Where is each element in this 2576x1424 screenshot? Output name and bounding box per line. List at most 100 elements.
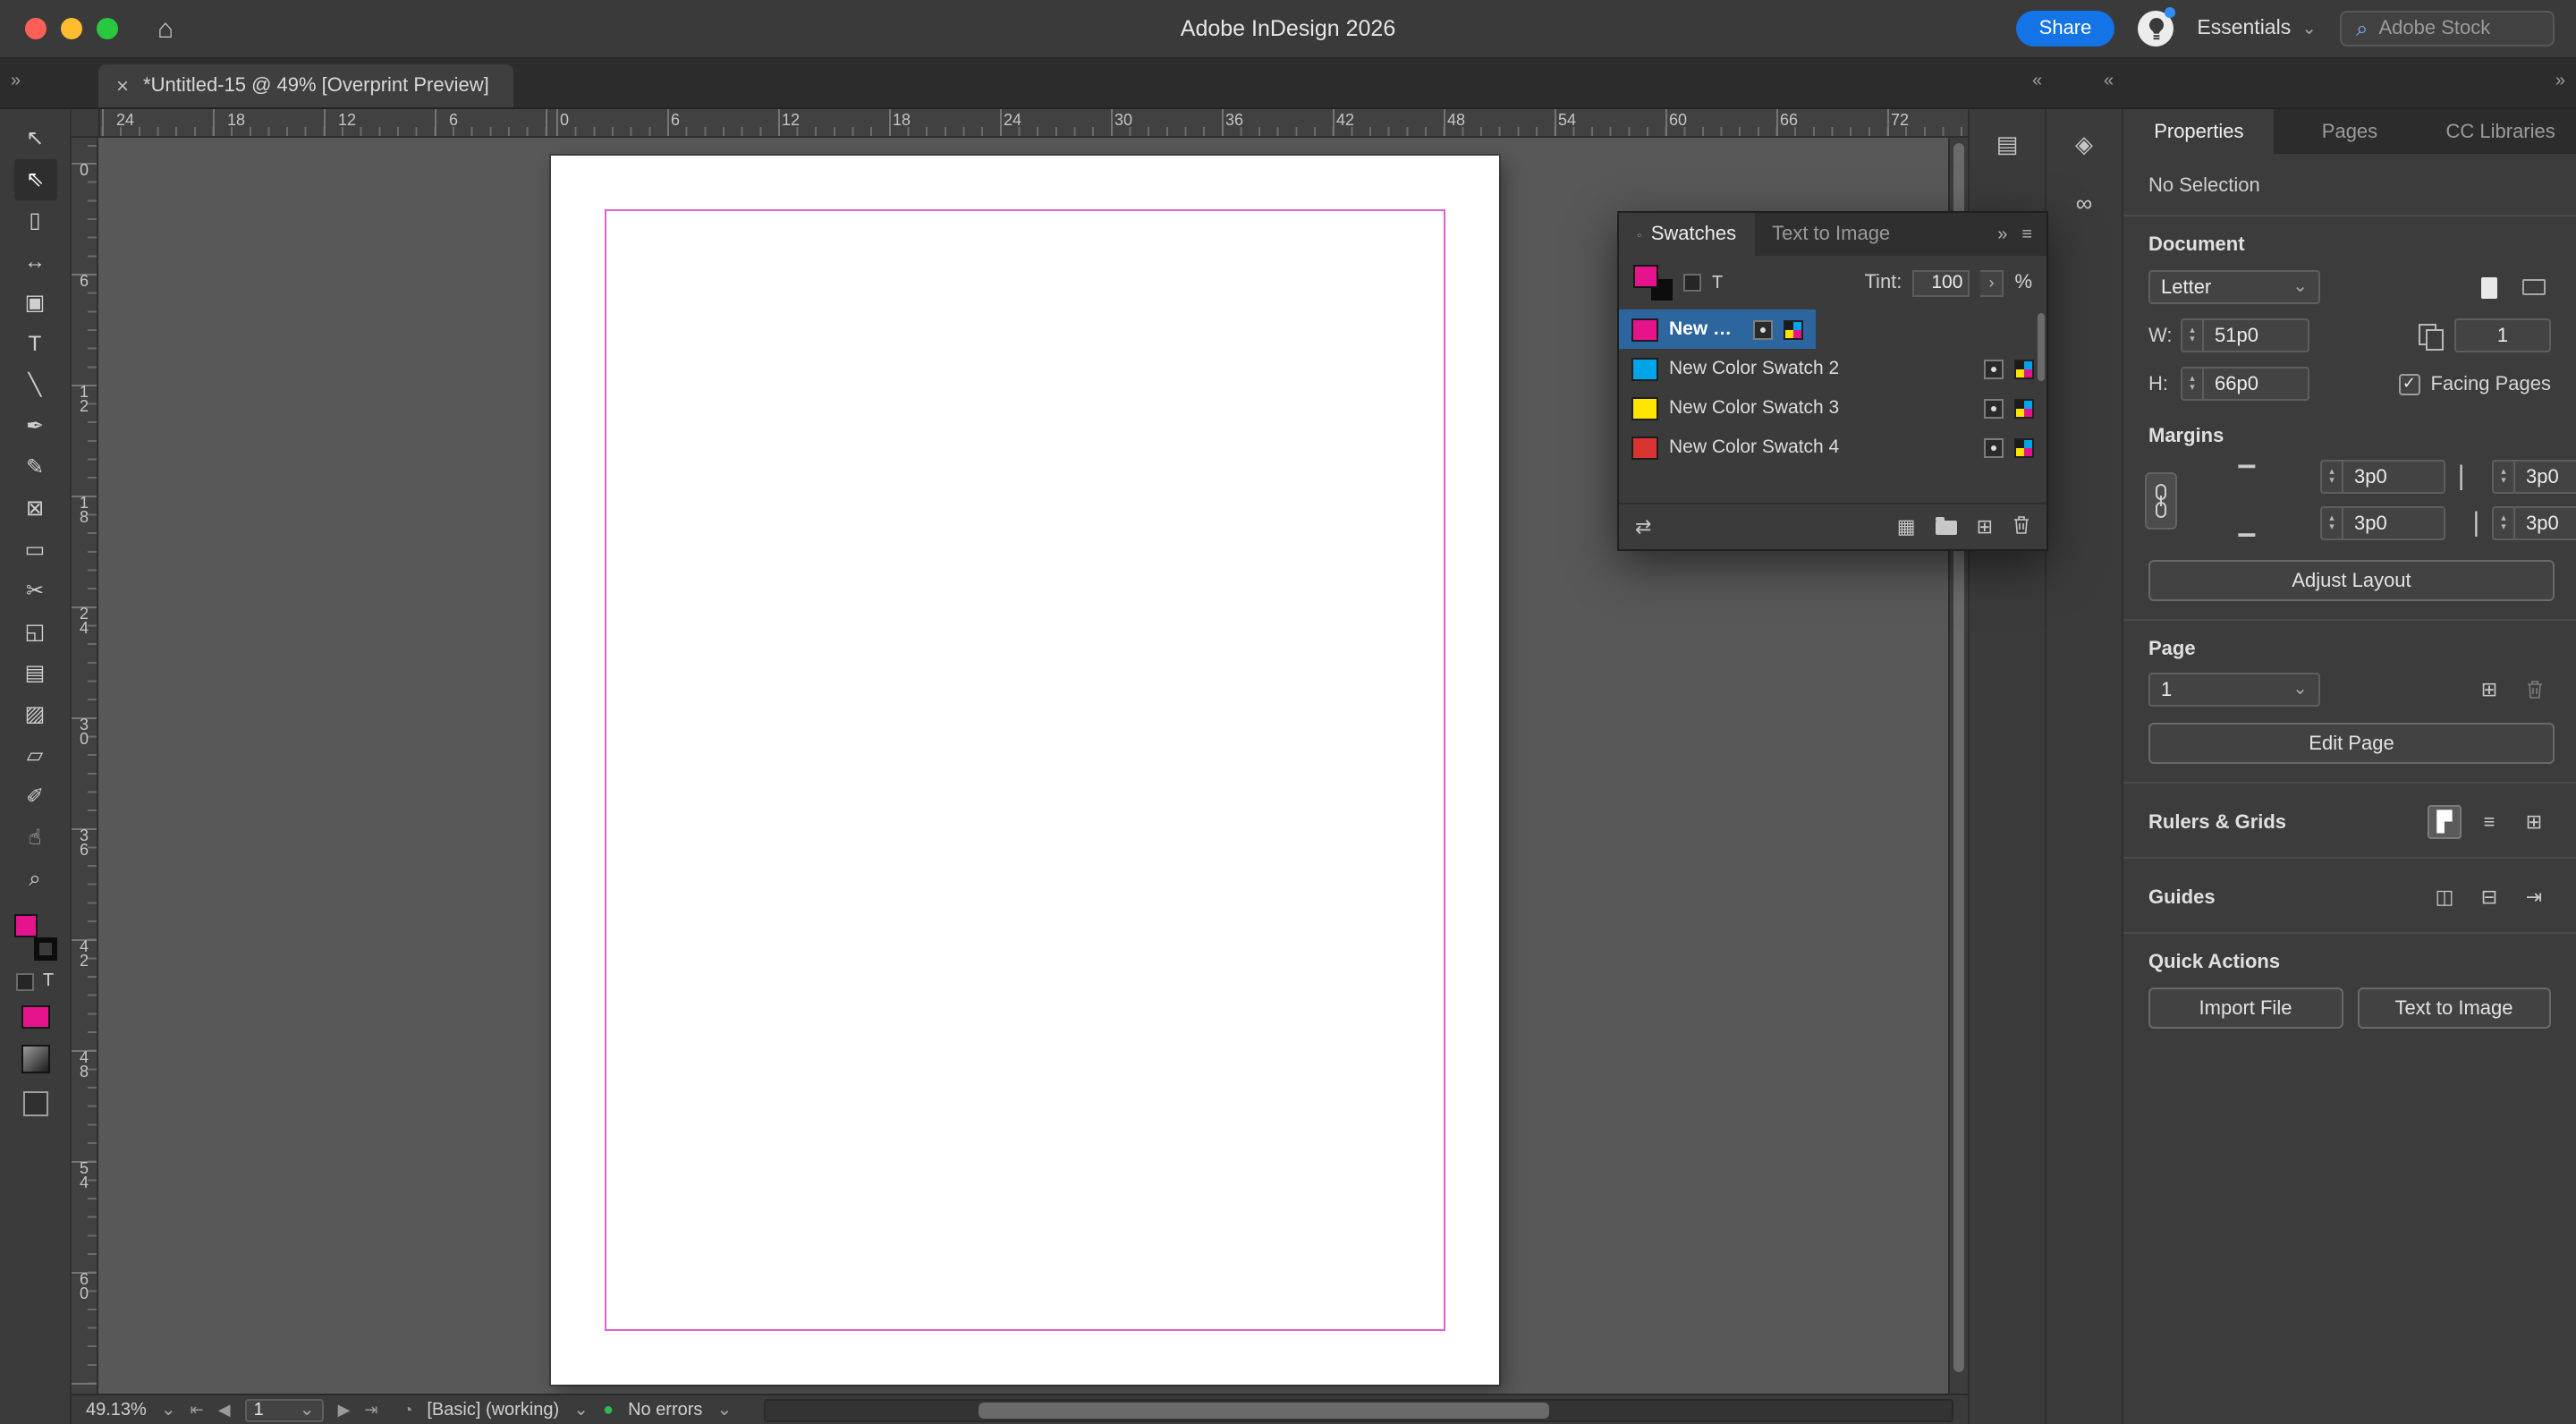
- zoom-tool[interactable]: ⌕: [13, 859, 56, 900]
- stepper-arrows-icon[interactable]: ▴ ▾: [2182, 320, 2204, 351]
- apply-color-button[interactable]: [21, 1005, 49, 1029]
- layers-panel-icon[interactable]: ◈: [2063, 123, 2106, 166]
- tab-properties[interactable]: Properties: [2123, 109, 2275, 154]
- import-file-button[interactable]: Import File: [2148, 987, 2343, 1029]
- error-status-label[interactable]: No errors: [628, 1400, 702, 1420]
- bottom-margin-value[interactable]: 3p0: [2343, 513, 2398, 534]
- gradient-swatch-tool[interactable]: ▤: [13, 653, 56, 694]
- stepper-arrows-icon[interactable]: ▴ ▾: [2494, 462, 2515, 492]
- close-tab-icon[interactable]: ×: [116, 73, 129, 98]
- panel-collapse-icon[interactable]: »: [1997, 225, 2007, 244]
- show-rulers-icon[interactable]: ▛: [2428, 805, 2462, 839]
- expand-left-dock-icon[interactable]: »: [11, 72, 21, 91]
- fill-color-box[interactable]: [13, 914, 37, 937]
- type-tool[interactable]: T: [13, 324, 56, 365]
- edit-page-button[interactable]: Edit Page: [2148, 723, 2555, 764]
- link-margins-button[interactable]: [2145, 471, 2177, 529]
- screen-mode-button[interactable]: [22, 1091, 47, 1116]
- close-window-button[interactable]: [25, 18, 47, 39]
- preflight-chevron-icon[interactable]: ⌄: [573, 1400, 589, 1420]
- stepper-arrows-icon[interactable]: ▴ ▾: [2494, 508, 2515, 538]
- zoom-level-value[interactable]: 49.13%: [86, 1400, 147, 1420]
- apply-gradient-button[interactable]: [21, 1045, 49, 1073]
- vertical-ruler[interactable]: 0 6 1 2 1 8 2 4 3 0 3 6 4 2 4 8 5 4 6 0: [72, 138, 98, 1394]
- workspace-switcher[interactable]: Essentials ⌄: [2197, 18, 2317, 39]
- selection-tool[interactable]: ↖: [13, 118, 56, 159]
- lock-guides-icon[interactable]: ⇥: [2517, 880, 2551, 914]
- direct-selection-tool[interactable]: ⇖: [13, 159, 56, 200]
- document-grid-icon[interactable]: ⊞: [2517, 805, 2551, 839]
- adjust-layout-button[interactable]: Adjust Layout: [2148, 560, 2555, 601]
- next-page-icon[interactable]: ▶: [338, 1400, 351, 1420]
- adobe-stock-search[interactable]: ⌕ Adobe Stock: [2340, 11, 2555, 47]
- formatting-affects-text-icon[interactable]: T: [1712, 273, 1723, 292]
- formatting-affects-text-icon[interactable]: T: [43, 971, 54, 991]
- panel-menu-icon[interactable]: ≡: [2021, 225, 2032, 244]
- minimize-window-button[interactable]: [61, 18, 82, 39]
- swatch-row[interactable]: New Color Swatch: [1619, 309, 1816, 349]
- page-tool[interactable]: ▯: [13, 200, 56, 242]
- portrait-orientation-button[interactable]: [2472, 270, 2506, 304]
- stroke-color-box[interactable]: [33, 937, 56, 961]
- eyedropper-tool[interactable]: ✐: [13, 776, 56, 818]
- note-tool[interactable]: ▱: [13, 735, 56, 776]
- width-stepper[interactable]: ▴ ▾ 51p0: [2181, 318, 2309, 352]
- smart-guides-icon[interactable]: ⊟: [2472, 880, 2506, 914]
- share-button[interactable]: Share: [2015, 11, 2115, 47]
- right-margin-stepper[interactable]: ▴ ▾ 3p0: [2492, 506, 2576, 540]
- delete-page-icon[interactable]: [2517, 673, 2551, 707]
- zoom-window-button[interactable]: [97, 18, 118, 39]
- collapse-right-dock-icon[interactable]: »: [2555, 72, 2565, 91]
- line-tool[interactable]: ╲: [13, 365, 56, 406]
- left-margin-value[interactable]: 3p0: [2515, 466, 2570, 487]
- links-panel-icon[interactable]: ∞: [2063, 181, 2106, 224]
- document-page[interactable]: [551, 156, 1499, 1385]
- pen-tool[interactable]: ✒: [13, 406, 56, 447]
- rectangle-tool[interactable]: ▭: [13, 530, 56, 571]
- current-page-select[interactable]: 1 ⌄: [2148, 673, 2320, 707]
- left-margin-stepper[interactable]: ▴ ▾ 3p0: [2492, 460, 2576, 494]
- formatting-affects-container-icon[interactable]: [1683, 274, 1701, 292]
- width-value[interactable]: 51p0: [2204, 325, 2269, 346]
- height-value[interactable]: 66p0: [2204, 373, 2269, 394]
- swatch-views-icon[interactable]: ▦: [1897, 515, 1916, 538]
- page-size-select[interactable]: Letter ⌄: [2148, 270, 2320, 304]
- swatch-themes-icon[interactable]: ⇄: [1635, 515, 1651, 538]
- scissors-tool[interactable]: ✂: [13, 571, 56, 612]
- text-to-image-button[interactable]: Text to Image: [2357, 987, 2551, 1029]
- stepper-arrows-icon[interactable]: ▴ ▾: [2322, 508, 2343, 538]
- tab-swatches[interactable]: ◦ Swatches: [1619, 213, 1755, 256]
- last-page-icon[interactable]: ⇥: [364, 1400, 377, 1420]
- horizontal-ruler[interactable]: 24 18 12 6 0 6 12 18 24 30 36 42 48 54 60 66 72: [72, 109, 1968, 138]
- swatch-list-scrollbar[interactable]: [2038, 313, 2045, 381]
- home-icon[interactable]: ⌂: [157, 13, 174, 44]
- baseline-grid-icon[interactable]: ≡: [2472, 805, 2506, 839]
- swatch-row[interactable]: New Color Swatch 3: [1619, 388, 2046, 428]
- error-chevron-icon[interactable]: ⌄: [716, 1400, 732, 1420]
- right-margin-value[interactable]: 3p0: [2515, 513, 2570, 534]
- delete-swatch-icon[interactable]: [2012, 514, 2030, 539]
- landscape-orientation-button[interactable]: [2517, 270, 2551, 304]
- free-transform-tool[interactable]: ◱: [13, 612, 56, 653]
- horizontal-scrollbar-thumb[interactable]: [979, 1402, 1549, 1418]
- pages-panel-icon[interactable]: ▤: [1986, 123, 2029, 166]
- top-margin-stepper[interactable]: ▴ ▾ 3p0: [2320, 460, 2445, 494]
- page-number-field[interactable]: 1 ⌄: [244, 1398, 324, 1421]
- pencil-tool[interactable]: ✎: [13, 447, 56, 488]
- gap-tool[interactable]: ↔: [13, 242, 56, 283]
- preflight-profile-label[interactable]: [Basic] (working): [427, 1400, 559, 1420]
- tab-cc-libraries[interactable]: CC Libraries: [2425, 109, 2576, 154]
- add-page-icon[interactable]: ⊞: [2472, 673, 2506, 707]
- bottom-margin-stepper[interactable]: ▴ ▾ 3p0: [2320, 506, 2445, 540]
- new-swatch-icon[interactable]: ⊞: [1977, 515, 1993, 538]
- show-guides-icon[interactable]: ◫: [2428, 880, 2462, 914]
- horizontal-scrollbar[interactable]: [764, 1398, 1953, 1421]
- collapse-dock-icon-1[interactable]: «: [2032, 72, 2042, 91]
- facing-pages-checkbox[interactable]: ✓: [2398, 373, 2420, 394]
- pages-count-field[interactable]: 1: [2454, 318, 2551, 352]
- tint-value-field[interactable]: 100: [1912, 269, 1970, 296]
- frame-tool[interactable]: ⊠: [13, 488, 56, 530]
- collapse-dock-icon-2[interactable]: «: [2104, 72, 2114, 91]
- stepper-arrows-icon[interactable]: ▴ ▾: [2322, 462, 2343, 492]
- fill-stroke-proxy[interactable]: [10, 914, 60, 961]
